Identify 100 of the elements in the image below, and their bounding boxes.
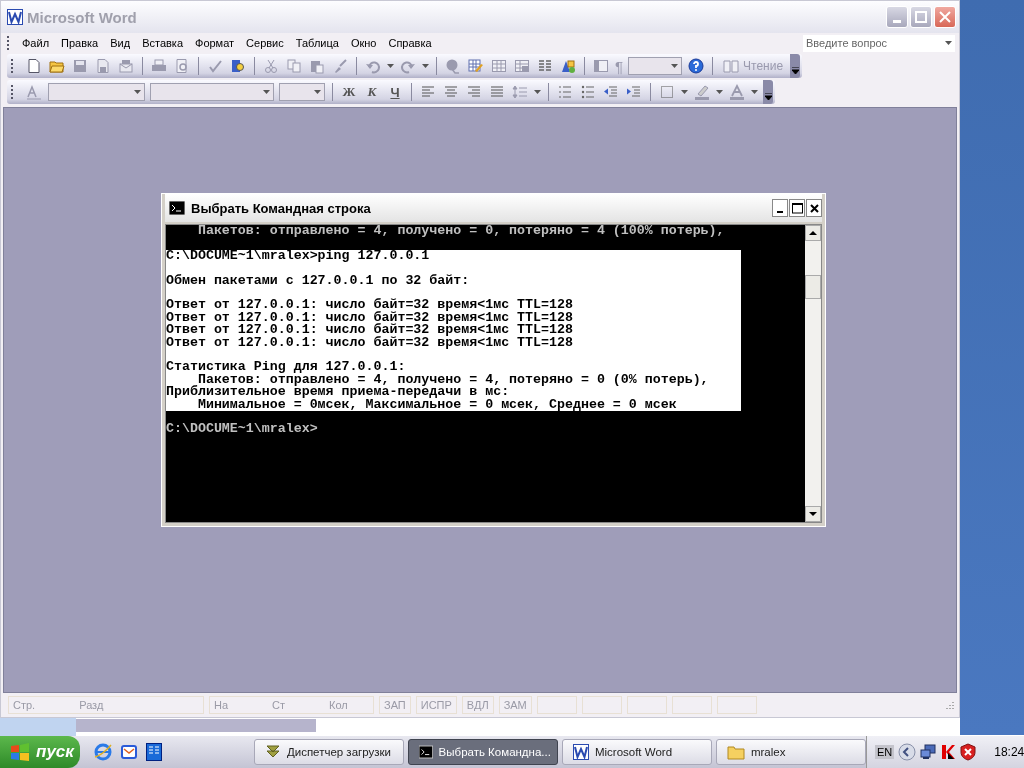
- dropdown-caret-icon[interactable]: [681, 90, 688, 94]
- undo-icon[interactable]: [365, 58, 381, 74]
- brush-icon[interactable]: [332, 58, 348, 74]
- taskbar-button[interactable]: mralex: [715, 739, 866, 765]
- font-color-icon[interactable]: [729, 84, 745, 100]
- scrollbar[interactable]: [805, 225, 821, 522]
- status-field: ИСПР: [420, 699, 452, 711]
- status-panel: [626, 696, 667, 714]
- dropdown-caret-icon[interactable]: [534, 90, 541, 94]
- printer-icon[interactable]: [151, 58, 167, 74]
- window-title: Microsoft Word: [27, 8, 137, 26]
- mail-icon[interactable]: [119, 743, 138, 761]
- console-icon: [418, 745, 433, 759]
- align-right-icon[interactable]: [466, 84, 482, 100]
- minimize-button[interactable]: [772, 199, 788, 217]
- window-title: Выбрать Командная строка: [191, 200, 371, 216]
- folder-icon: [726, 744, 745, 760]
- table-icon[interactable]: [491, 58, 507, 74]
- menu-item[interactable]: Формат: [189, 37, 241, 49]
- copy-icon[interactable]: [286, 58, 302, 74]
- align-center-icon[interactable]: [443, 84, 459, 100]
- dropdown-button[interactable]: [941, 34, 955, 52]
- line-spacing-icon[interactable]: [512, 84, 528, 100]
- status-field: Разд: [79, 699, 104, 711]
- new-document-icon[interactable]: [26, 58, 42, 74]
- console-line: Минимальное = 0мсек, Максимальное = 0 мсек, Среднее = 0 мсек: [197, 398, 678, 412]
- italic-button[interactable]: К: [363, 84, 381, 100]
- close-icon[interactable]: [809, 203, 819, 213]
- taskbar-button[interactable]: Microsoft Word: [561, 739, 712, 765]
- console-line: Ответ от 127.0.0.1: число байт=32 время<1мс TTL=128: [166, 324, 574, 337]
- document-map-icon[interactable]: [593, 58, 609, 74]
- dropdown-caret-icon[interactable]: [314, 90, 321, 94]
- dropdown-caret-icon[interactable]: [751, 90, 758, 94]
- dropdown-caret-icon[interactable]: [387, 64, 394, 68]
- bulleted-list-icon[interactable]: [580, 84, 596, 100]
- menu-item[interactable]: Таблица: [289, 37, 345, 49]
- status-field: Стр.: [13, 699, 36, 711]
- underline-button[interactable]: Ч: [386, 84, 404, 100]
- email-icon[interactable]: [118, 58, 134, 74]
- overflow-chevron-icon[interactable]: [791, 67, 799, 75]
- dropdown-caret-icon[interactable]: [263, 90, 270, 94]
- resize-grip-icon[interactable]: [945, 700, 955, 710]
- menu-item[interactable]: Справка: [382, 37, 438, 49]
- status-panel: [671, 696, 712, 714]
- menu-item[interactable]: Вид: [104, 37, 137, 49]
- numbered-list-icon[interactable]: [557, 84, 573, 100]
- indent-icon[interactable]: [626, 84, 642, 100]
- menu-item[interactable]: Правка: [55, 37, 105, 49]
- status-field: ВДЛ: [466, 699, 489, 711]
- status-field: ЗАМ: [503, 699, 527, 711]
- console-line: C:\DOCUME~1\mralex>ping 127.0.0.1: [166, 249, 431, 263]
- overflow-chevron-icon[interactable]: [764, 93, 772, 101]
- spreadsheet-icon[interactable]: [514, 58, 530, 74]
- outdent-icon[interactable]: [603, 84, 619, 100]
- dropdown-caret-icon[interactable]: [134, 90, 141, 94]
- book-icon[interactable]: [145, 743, 162, 761]
- status-field: ЗАП: [384, 699, 406, 711]
- border-icon[interactable]: [659, 84, 675, 100]
- taskbar-button[interactable]: Выбрать Командна...: [407, 739, 558, 765]
- console-line: C:\DOCUME~1\mralex>: [166, 423, 319, 436]
- language-indicator[interactable]: EN: [874, 745, 895, 759]
- help-icon[interactable]: [688, 58, 705, 74]
- bold-button[interactable]: Ж: [340, 84, 358, 100]
- console-line: Обмен пакетами с 127.0.0.1 по 32 байт:: [166, 274, 471, 287]
- clipboard-icon[interactable]: [309, 58, 325, 74]
- scroll-thumb[interactable]: [805, 275, 821, 299]
- justify-icon[interactable]: [489, 84, 505, 100]
- dropdown-caret-icon[interactable]: [716, 90, 723, 94]
- menu-item[interactable]: Сервис: [240, 37, 290, 49]
- align-left-icon[interactable]: [420, 84, 436, 100]
- console-line: Ответ от 127.0.0.1: число байт=32 время<1мс TTL=128: [166, 299, 574, 312]
- k-logo-icon[interactable]: [940, 744, 957, 760]
- shapes-icon[interactable]: [560, 58, 576, 74]
- browser-e-icon[interactable]: [93, 743, 112, 761]
- chevron-left-icon[interactable]: [898, 743, 917, 761]
- help-search-field[interactable]: Введите вопрос: [803, 34, 941, 52]
- menu-item[interactable]: Окно: [344, 37, 383, 49]
- status-field: На: [214, 699, 229, 711]
- clock: 18:24: [994, 745, 1024, 759]
- network-computers-icon[interactable]: [920, 744, 937, 760]
- status-panel: [716, 696, 757, 714]
- highlighter-icon[interactable]: [694, 84, 710, 100]
- styles-icon[interactable]: [26, 84, 42, 100]
- redo-icon[interactable]: [400, 58, 416, 74]
- scissors-icon[interactable]: [263, 58, 279, 74]
- dropdown-caret-icon[interactable]: [422, 64, 429, 68]
- dropdown-caret-icon[interactable]: [671, 64, 679, 68]
- print-preview-icon[interactable]: [174, 58, 190, 74]
- close-button[interactable]: [806, 199, 822, 217]
- word-icon: [7, 9, 23, 25]
- shield-icon[interactable]: [960, 743, 977, 761]
- table-pencil-icon[interactable]: [468, 58, 484, 74]
- taskbar-button[interactable]: Диспетчер загрузки: [253, 739, 404, 765]
- document-lock-icon[interactable]: [95, 58, 111, 74]
- open-folder-icon[interactable]: [49, 58, 65, 74]
- dropdown-caret-icon[interactable]: [944, 41, 952, 45]
- spelling-check-icon[interactable]: [207, 58, 223, 74]
- columns-icon[interactable]: [537, 58, 553, 74]
- menu-item[interactable]: Вставка: [136, 37, 189, 49]
- menu-item[interactable]: Файл: [16, 37, 56, 49]
